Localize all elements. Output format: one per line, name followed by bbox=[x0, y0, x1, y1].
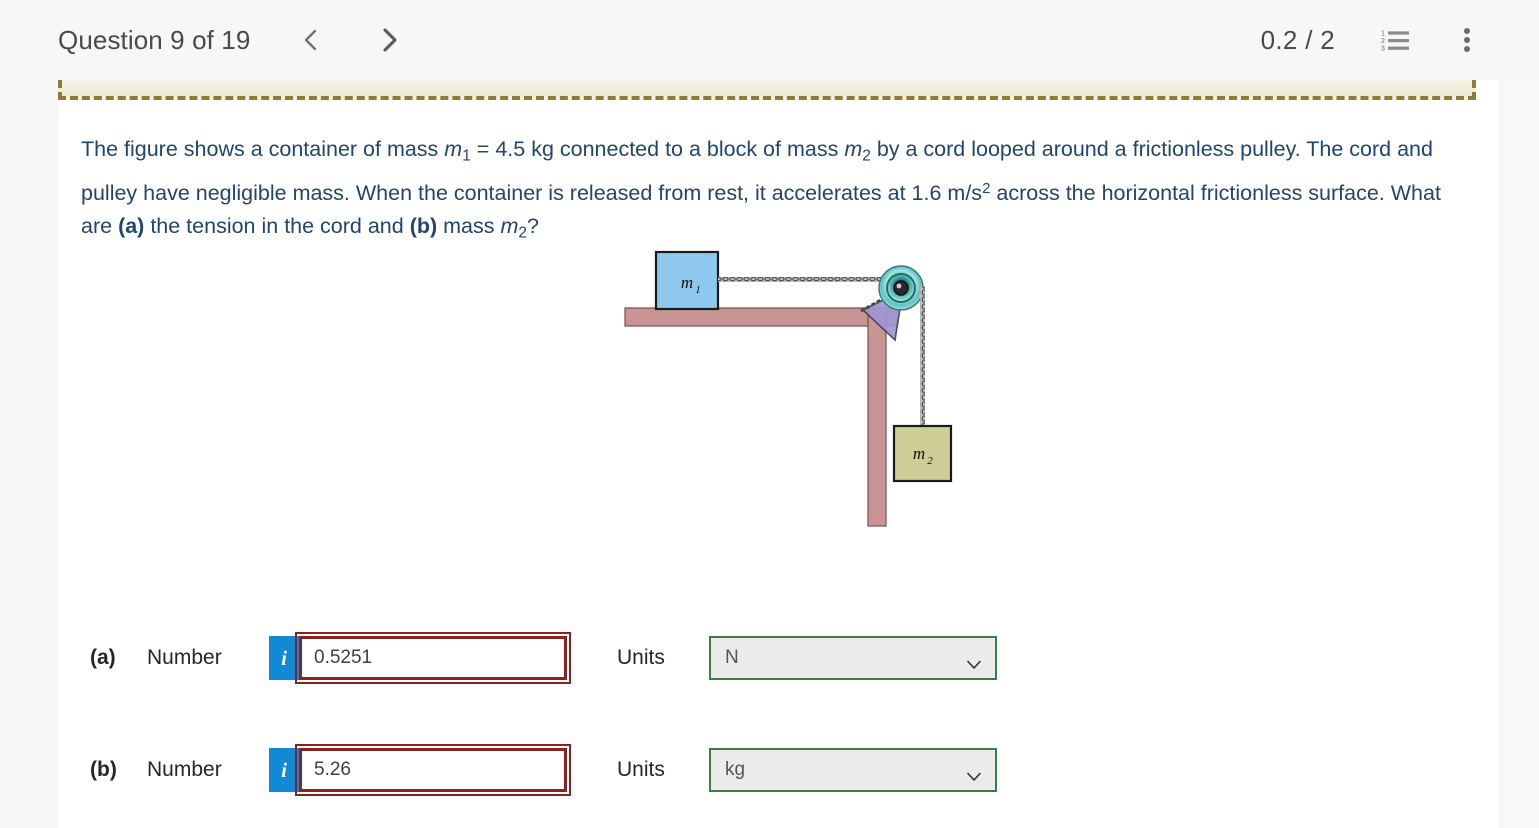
part-label-b: (b) bbox=[90, 758, 117, 781]
units-value-a: N bbox=[725, 647, 739, 668]
right-gutter bbox=[1498, 80, 1539, 828]
physics-diagram: m 1 m 2 bbox=[603, 240, 963, 540]
score-display: 0.2 / 2 bbox=[1260, 24, 1335, 55]
answer-row-b: (b) Number i Units kg bbox=[90, 744, 997, 796]
question-seg-5: the tension in the cord and bbox=[144, 214, 410, 239]
kebab-dot bbox=[1464, 37, 1470, 43]
svg-text:3: 3 bbox=[1381, 46, 1385, 53]
question-text: The figure shows a container of mass m1 … bbox=[81, 133, 1456, 249]
highlight-banner bbox=[58, 80, 1476, 100]
number-label-b: Number bbox=[147, 758, 222, 781]
svg-text:1: 1 bbox=[1381, 31, 1385, 38]
top-header: Question 9 of 19 0.2 / 2 1 2 3 bbox=[0, 0, 1539, 80]
kebab-dot bbox=[1464, 28, 1470, 34]
question-seg-6: mass bbox=[437, 214, 501, 239]
svg-text:m: m bbox=[913, 444, 925, 463]
units-select-a[interactable]: N bbox=[709, 636, 997, 680]
header-actions: 0.2 / 2 1 2 3 bbox=[1261, 25, 1479, 56]
symbol-m2-sub: 2 bbox=[862, 147, 871, 165]
units-select-b[interactable]: kg bbox=[709, 748, 997, 792]
question-navigation bbox=[292, 21, 408, 59]
svg-text:m: m bbox=[681, 273, 693, 292]
symbol-m2b-sub: 2 bbox=[518, 224, 528, 242]
answer-input-a[interactable] bbox=[295, 632, 571, 684]
info-icon[interactable]: i bbox=[269, 748, 299, 792]
part-b-marker: (b) bbox=[409, 214, 438, 239]
symbol-m2: m bbox=[844, 137, 863, 161]
info-icon[interactable]: i bbox=[269, 636, 299, 680]
part-label-a: (a) bbox=[90, 646, 116, 669]
symbol-m1-sub: 1 bbox=[462, 147, 471, 165]
part-a-marker: (a) bbox=[118, 214, 145, 239]
page-title: Question 9 of 19 bbox=[58, 24, 251, 55]
numbered-list-icon[interactable]: 1 2 3 bbox=[1381, 28, 1409, 53]
answer-input-b[interactable] bbox=[295, 744, 571, 796]
question-content: The figure shows a container of mass m1 … bbox=[58, 100, 1498, 828]
svg-text:1: 1 bbox=[695, 284, 701, 296]
kebab-dot bbox=[1464, 46, 1470, 52]
chevron-down-icon bbox=[967, 766, 981, 781]
number-label-a: Number bbox=[147, 646, 222, 669]
units-label-a: Units bbox=[617, 646, 665, 669]
kebab-menu-icon[interactable] bbox=[1455, 26, 1479, 54]
previous-question-button[interactable] bbox=[292, 21, 330, 59]
symbol-m2b: m bbox=[500, 214, 519, 239]
question-seg-7: ? bbox=[527, 214, 539, 239]
question-seg-2: = 4.5 kg connected to a block of mass bbox=[470, 137, 845, 161]
left-gutter bbox=[0, 80, 58, 828]
units-value-b: kg bbox=[725, 759, 746, 780]
question-seg-1: The figure shows a container of mass bbox=[81, 137, 445, 161]
svg-text:2: 2 bbox=[1381, 38, 1385, 45]
next-question-button[interactable] bbox=[370, 21, 408, 59]
svg-text:2: 2 bbox=[927, 455, 933, 467]
chevron-down-icon bbox=[967, 654, 981, 669]
answer-row-a: (a) Number i Units N bbox=[90, 632, 997, 684]
units-label-b: Units bbox=[617, 758, 665, 781]
symbol-m1: m bbox=[444, 137, 463, 161]
